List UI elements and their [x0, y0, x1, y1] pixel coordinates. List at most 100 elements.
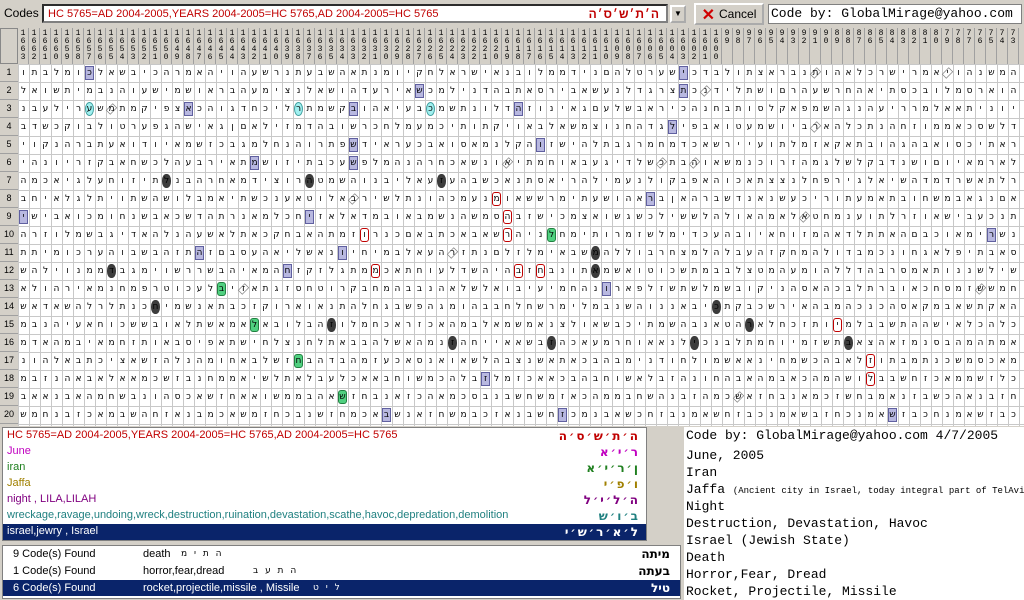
grid-cell[interactable]: ת: [84, 352, 95, 370]
grid-cell[interactable]: ג: [579, 100, 590, 118]
grid-cell[interactable]: ש: [799, 352, 810, 370]
grid-cell[interactable]: ד: [249, 172, 260, 190]
grid-cell[interactable]: א: [304, 226, 315, 244]
grid-cell[interactable]: פ: [161, 100, 172, 118]
grid-cell[interactable]: א: [172, 316, 183, 334]
grid-cell[interactable]: מ: [458, 406, 469, 424]
grid-cell[interactable]: ס: [755, 100, 766, 118]
grid-cell[interactable]: ו: [51, 154, 62, 172]
grid-cell[interactable]: ל: [733, 82, 744, 100]
grid-cell[interactable]: ל: [271, 208, 282, 226]
grid-cell[interactable]: ל: [788, 136, 799, 154]
grid-cell[interactable]: נ: [898, 154, 909, 172]
grid-cell[interactable]: ח: [117, 280, 128, 298]
grid-cell[interactable]: מ: [95, 208, 106, 226]
grid-cell[interactable]: מ: [216, 370, 227, 388]
grid-cell[interactable]: נ: [986, 190, 997, 208]
grid-cell[interactable]: ס: [1008, 244, 1019, 262]
grid-cell[interactable]: ז: [546, 136, 557, 154]
grid-cell[interactable]: א: [249, 226, 260, 244]
grid-cell[interactable]: ו: [29, 352, 40, 370]
grid-cell[interactable]: ש: [139, 316, 150, 334]
grid-cell[interactable]: ו: [73, 208, 84, 226]
grid-cell[interactable]: ו: [832, 244, 843, 262]
grid-cell[interactable]: ט: [634, 64, 645, 82]
grid-cell[interactable]: ה: [348, 352, 359, 370]
result-row[interactable]: 9 Code(s) Found death ה ת י מ מיתה: [3, 546, 680, 562]
grid-cell[interactable]: א: [942, 370, 953, 388]
grid-cell[interactable]: י: [667, 208, 678, 226]
grid-cell[interactable]: ל: [997, 118, 1008, 136]
grid-cell[interactable]: ח: [117, 334, 128, 352]
grid-cell[interactable]: ה: [1008, 64, 1019, 82]
grid-cell[interactable]: א: [249, 388, 260, 406]
grid-cell[interactable]: ה: [513, 226, 524, 244]
grid-cell[interactable]: ז: [348, 226, 359, 244]
grid-cell[interactable]: ס: [469, 388, 480, 406]
grid-cell[interactable]: ל: [337, 370, 348, 388]
grid-cell[interactable]: ב: [590, 352, 601, 370]
grid-cell[interactable]: ב: [733, 226, 744, 244]
grid-cell[interactable]: ל: [623, 82, 634, 100]
grid-cell[interactable]: א: [997, 298, 1008, 316]
grid-cell[interactable]: ז: [491, 406, 502, 424]
grid-cell[interactable]: ה: [986, 316, 997, 334]
grid-cell[interactable]: מ: [535, 244, 546, 262]
grid-cell[interactable]: ק: [95, 154, 106, 172]
grid-cell[interactable]: ת: [975, 298, 986, 316]
grid-cell[interactable]: ל: [854, 316, 865, 334]
grid-cell[interactable]: ס: [238, 244, 249, 262]
grid-cell[interactable]: ו: [337, 82, 348, 100]
grid-cell[interactable]: מ: [18, 370, 29, 388]
grid-cell[interactable]: ת: [326, 136, 337, 154]
grid-cell[interactable]: ב: [568, 244, 579, 262]
legend-term[interactable]: israel,jewry , Israel: [7, 525, 98, 537]
grid-cell[interactable]: ת: [326, 334, 337, 352]
grid-cell[interactable]: ז: [216, 388, 227, 406]
grid-cell[interactable]: ח: [150, 298, 161, 316]
grid-cell[interactable]: מ: [359, 316, 370, 334]
grid-cell[interactable]: א: [766, 226, 777, 244]
grid-cell[interactable]: ת: [480, 118, 491, 136]
grid-cell[interactable]: נ: [425, 352, 436, 370]
grid-cell[interactable]: מ: [260, 208, 271, 226]
grid-cell[interactable]: ש: [975, 280, 986, 298]
grid-cell[interactable]: ר: [986, 154, 997, 172]
grid-cell[interactable]: ד: [29, 118, 40, 136]
grid-cell[interactable]: מ: [502, 316, 513, 334]
grid-cell[interactable]: ח: [271, 406, 282, 424]
grid-cell[interactable]: ל: [689, 352, 700, 370]
grid-cell[interactable]: ו: [832, 190, 843, 208]
grid-cell[interactable]: ב: [359, 334, 370, 352]
grid-cell[interactable]: נ: [953, 262, 964, 280]
grid-cell[interactable]: א: [249, 118, 260, 136]
grid-cell[interactable]: ז: [458, 244, 469, 262]
grid-cell[interactable]: מ: [656, 316, 667, 334]
grid-cell[interactable]: ל: [392, 118, 403, 136]
grid-cell[interactable]: י: [678, 118, 689, 136]
grid-cell[interactable]: כ: [458, 388, 469, 406]
grid-cell[interactable]: נ: [975, 388, 986, 406]
grid-cell[interactable]: מ: [128, 100, 139, 118]
grid-cell[interactable]: ב: [865, 388, 876, 406]
grid-cell[interactable]: נ: [546, 100, 557, 118]
grid-cell[interactable]: ש: [975, 262, 986, 280]
grid-cell[interactable]: ו: [766, 154, 777, 172]
grid-cell[interactable]: ב: [986, 388, 997, 406]
grid-cell[interactable]: ל: [403, 244, 414, 262]
grid-cell[interactable]: ה: [843, 298, 854, 316]
grid-cell[interactable]: ד: [106, 262, 117, 280]
grid-cell[interactable]: ב: [898, 352, 909, 370]
grid-cell[interactable]: ו: [304, 136, 315, 154]
grid-cell[interactable]: מ: [403, 118, 414, 136]
grid-cell[interactable]: א: [623, 262, 634, 280]
grid-cell[interactable]: ב: [689, 316, 700, 334]
grid-cell[interactable]: א: [546, 370, 557, 388]
grid-cell[interactable]: נ: [425, 280, 436, 298]
grid-cell[interactable]: ח: [546, 154, 557, 172]
grid-cell[interactable]: א: [293, 190, 304, 208]
grid-cell[interactable]: ל: [337, 208, 348, 226]
grid-cell[interactable]: ת: [238, 226, 249, 244]
grid-cell[interactable]: א: [95, 370, 106, 388]
grid-cell[interactable]: ה: [315, 352, 326, 370]
